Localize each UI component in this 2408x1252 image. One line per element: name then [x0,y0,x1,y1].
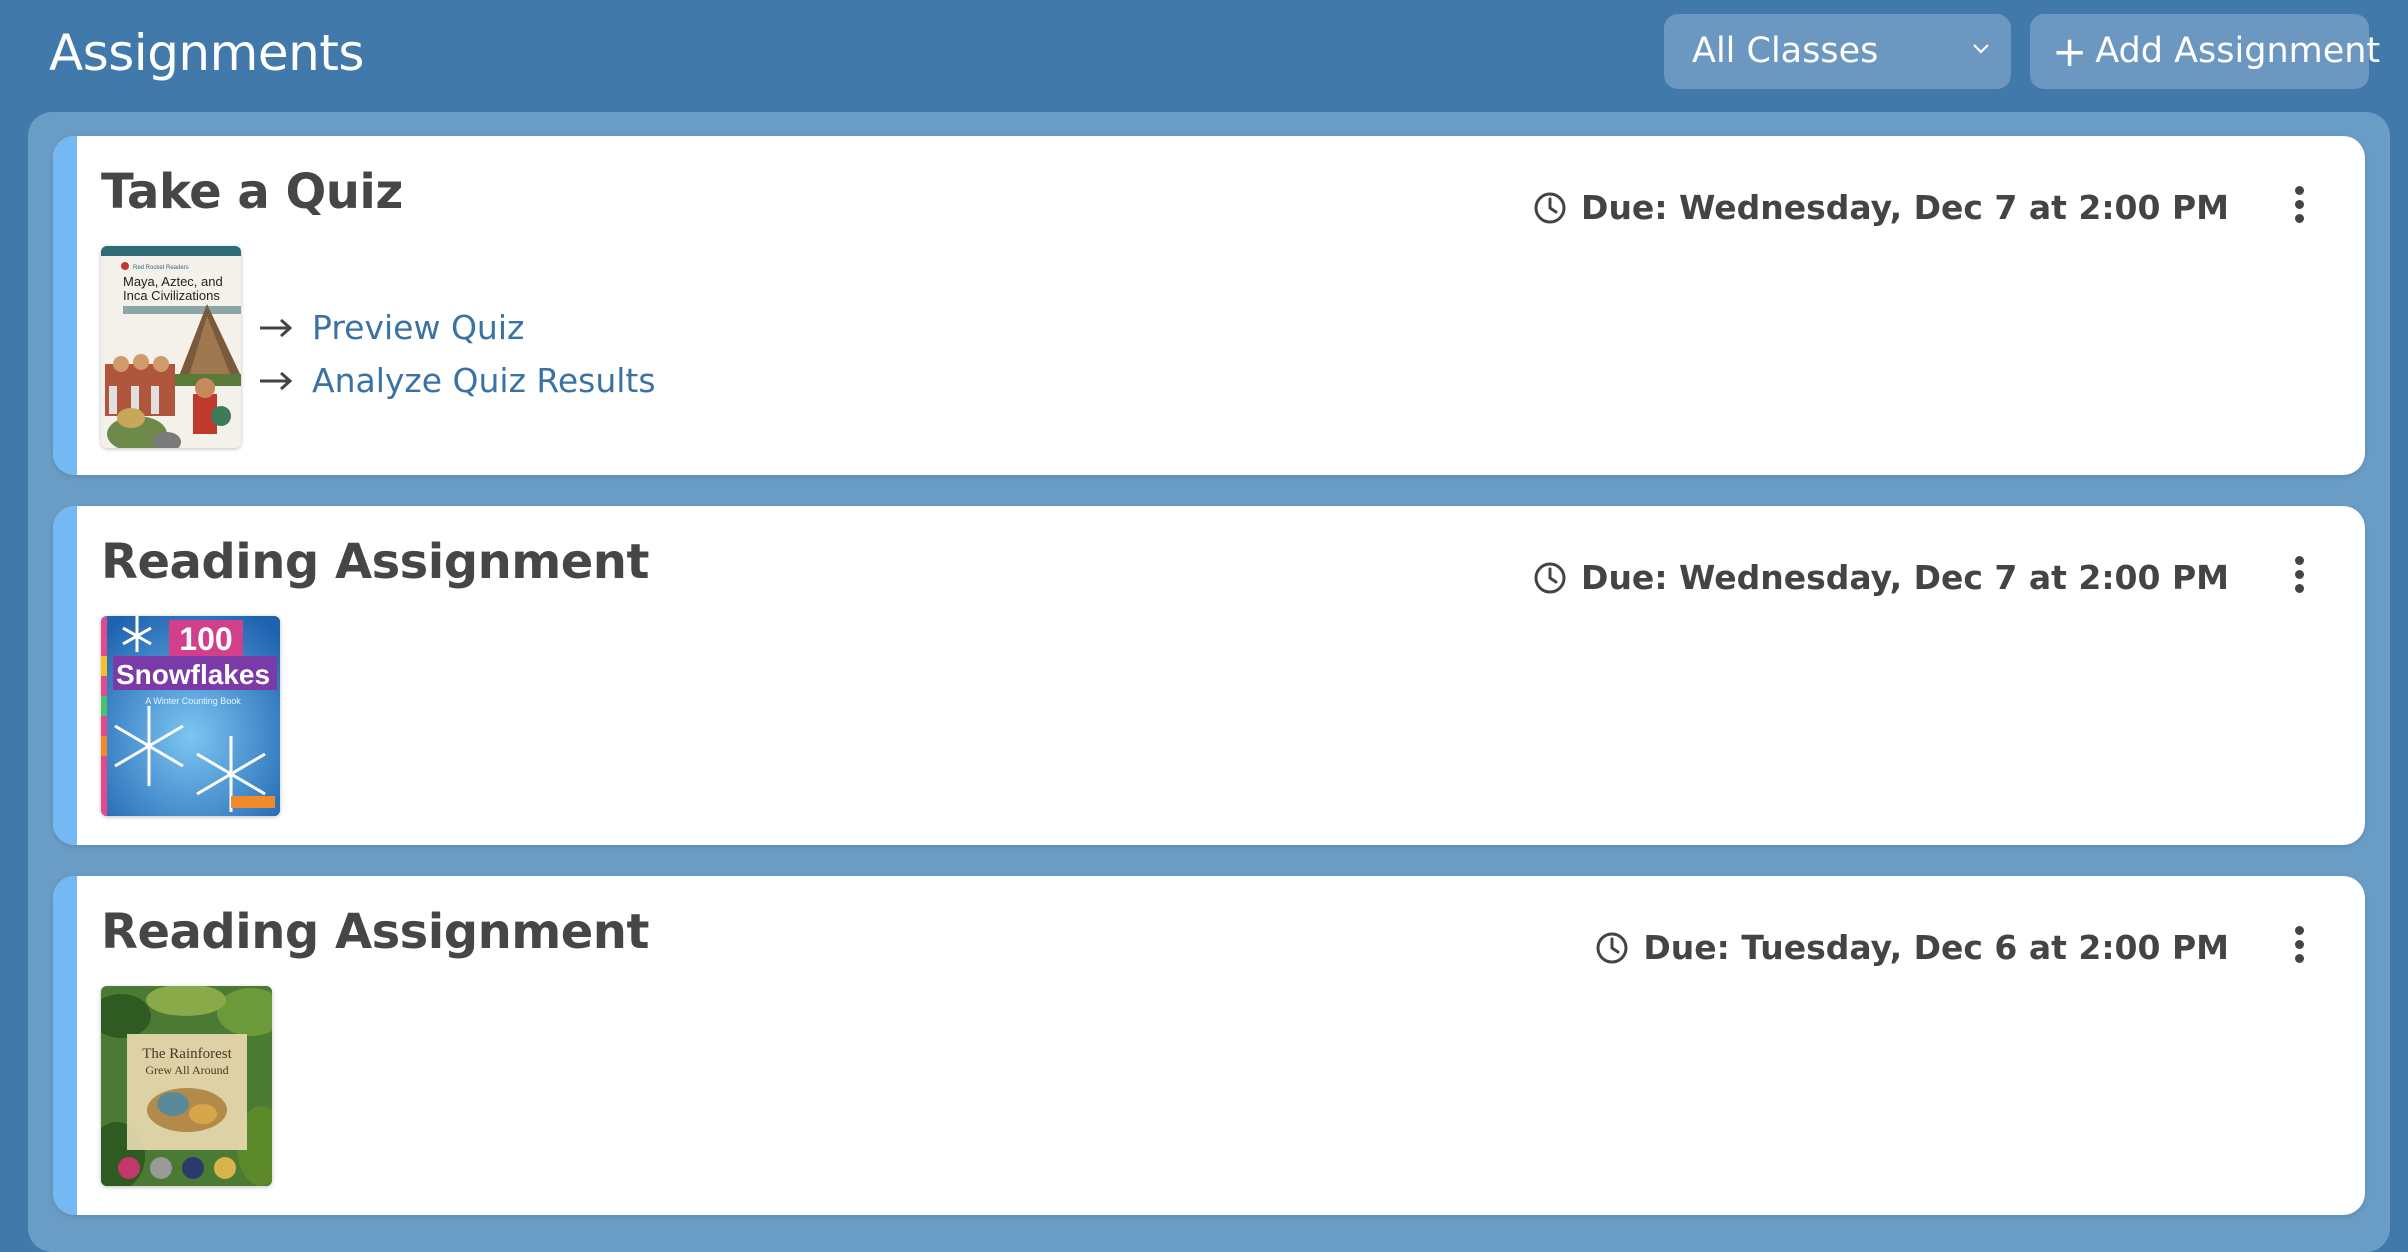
analyze-quiz-results-label[interactable]: Analyze Quiz Results [312,361,656,400]
cover-subtitle: A Winter Counting Book [145,696,241,706]
more-options-icon[interactable] [2291,556,2307,596]
card-accent-bar [53,876,77,1215]
due-date: Due: Wednesday, Dec 7 at 2:00 PM [1533,558,2229,597]
assignment-title: Reading Assignment [101,904,649,960]
preview-quiz-label[interactable]: Preview Quiz [312,308,524,347]
page-title: Assignments [49,24,364,82]
chevron-down-icon [1973,44,1989,54]
card-accent-bar [53,136,77,475]
add-assignment-button[interactable]: + Add Assignment [2030,14,2380,89]
add-assignment-label: Add Assignment [2095,31,2381,71]
assignment-title: Take a Quiz [101,164,403,220]
assignment-card: Reading Assignment Due: Tuesday, Dec 6 a… [53,876,2365,1215]
cover-title-line1: Maya, Aztec, and [123,274,223,289]
due-date: Due: Wednesday, Dec 7 at 2:00 PM [1533,188,2229,227]
class-filter-value: All Classes [1692,31,1879,71]
more-options-icon[interactable] [2291,186,2307,226]
card-accent-bar [53,506,77,845]
arrow-right-icon [260,318,293,337]
analyze-quiz-results-link[interactable]: Analyze Quiz Results [258,354,656,407]
due-date-text: Due: Wednesday, Dec 7 at 2:00 PM [1581,188,2229,227]
due-date-text: Due: Wednesday, Dec 7 at 2:00 PM [1581,558,2229,597]
page-header: Assignments All Classes + Add Assignment [0,0,2408,110]
preview-quiz-link[interactable]: Preview Quiz [258,301,656,354]
clock-icon [1534,562,1566,593]
cover-title-line2: Grew All Around [145,1063,228,1077]
plus-icon: + [2052,27,2088,76]
quiz-links: Preview Quiz Analyze Quiz Results [258,301,656,407]
clock-icon [1596,932,1628,963]
arrow-right-icon [260,371,293,390]
cover-title-line2: Inca Civilizations [123,288,220,303]
due-date-text: Due: Tuesday, Dec 6 at 2:00 PM [1643,928,2229,967]
more-options-icon[interactable] [2291,926,2307,966]
cover-title-line1: The Rainforest [142,1046,232,1062]
class-filter-select[interactable]: All Classes [1664,14,2011,89]
assignment-card: Take a Quiz Due: Wednesday, Dec 7 at 2:0… [53,136,2365,475]
cover-series-text: Red Rocket Readers [133,265,189,271]
book-cover-rainforest[interactable]: The Rainforest Grew All Around [101,986,272,1186]
book-cover-maya[interactable]: Red Rocket Readers Maya, Aztec, and Inca… [101,246,241,448]
cover-number: 100 [179,621,232,657]
cover-title-word: Snowflakes [116,659,270,690]
clock-icon [1534,192,1566,223]
due-date: Due: Tuesday, Dec 6 at 2:00 PM [1595,928,2229,967]
assignment-title: Reading Assignment [101,534,649,590]
book-cover-snowflakes[interactable]: 100 Snowflakes A Winter Counting Book [101,616,280,816]
assignment-card: Reading Assignment Due: Wednesday, Dec 7… [53,506,2365,845]
